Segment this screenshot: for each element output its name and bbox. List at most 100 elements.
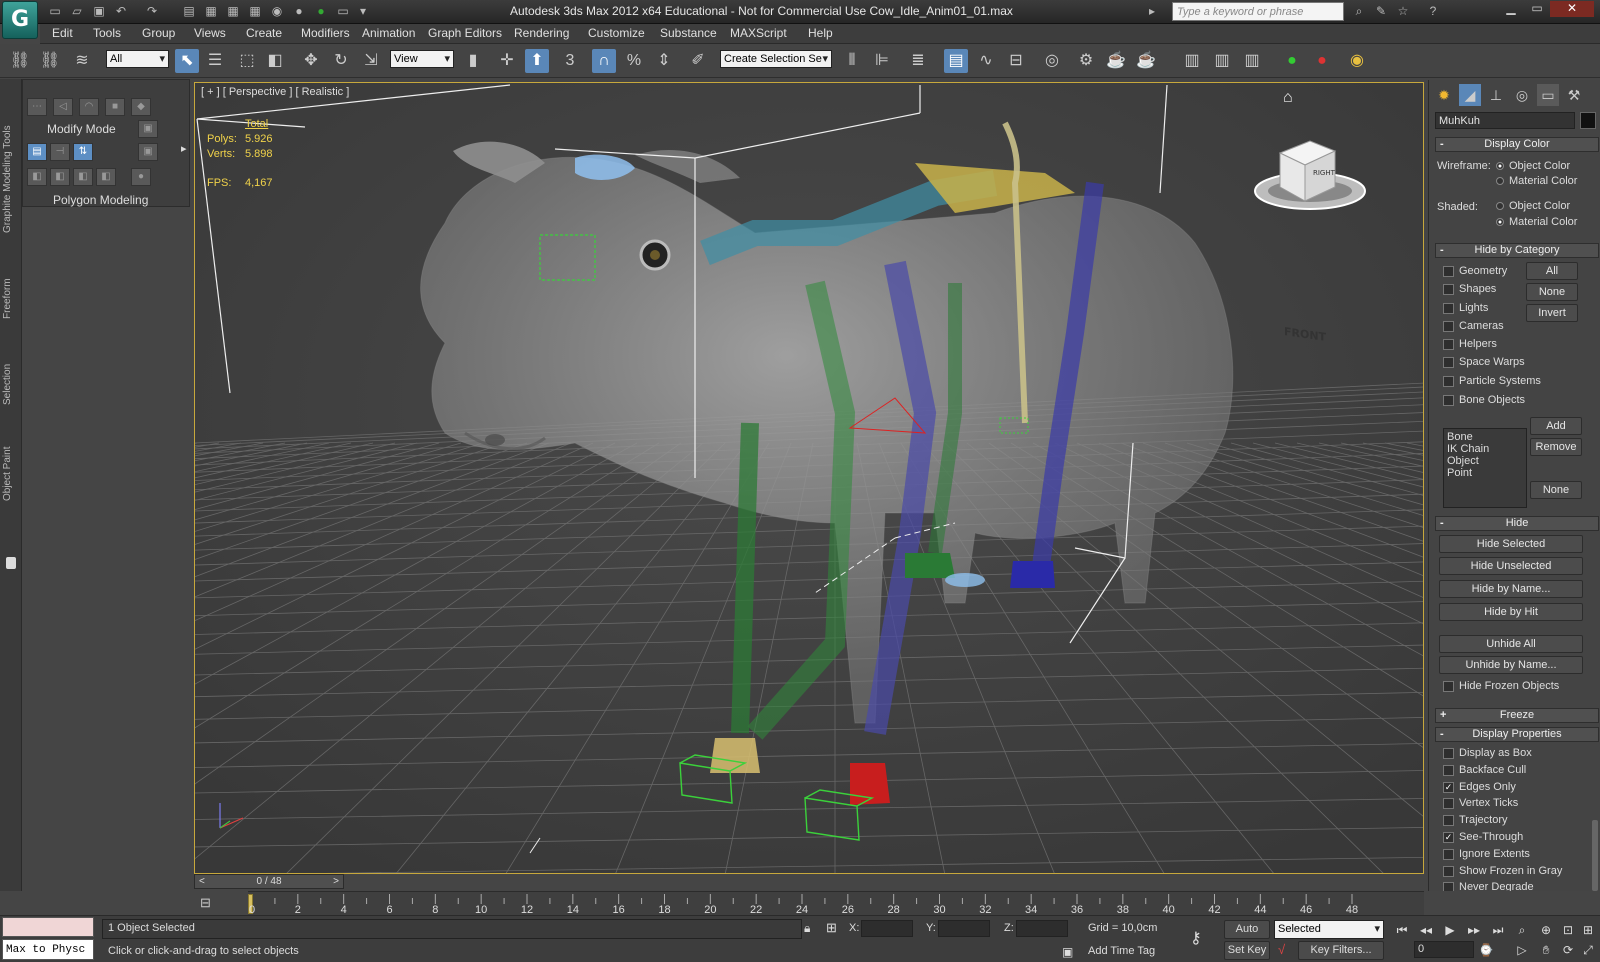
category-add-button[interactable]: Add <box>1530 417 1582 435</box>
angle-snap-icon[interactable]: ∩ <box>592 49 616 73</box>
time-tag-icon[interactable]: ▣ <box>1062 945 1073 959</box>
time-slider-next-icon[interactable]: > <box>333 875 339 888</box>
align-icon[interactable]: ⊫ <box>870 49 894 73</box>
create-tab-icon[interactable]: ✹ <box>1433 84 1455 106</box>
display-property-checkbox-backface-cull[interactable] <box>1443 764 1454 776</box>
category-label[interactable]: Bone Objects <box>1459 394 1525 406</box>
display-property-label[interactable]: Vertex Ticks <box>1459 797 1518 809</box>
project-folder-icon[interactable]: ▤ <box>180 3 198 20</box>
display-property-checkbox-trajectory[interactable] <box>1443 815 1454 827</box>
display-tab-icon[interactable]: ▭ <box>1537 84 1559 106</box>
render-setup-icon[interactable]: ⚙ <box>1074 49 1098 73</box>
display-property-label[interactable]: Show Frozen in Gray <box>1459 865 1562 877</box>
select-and-link-icon[interactable]: ⛓ <box>8 49 32 73</box>
track-bar[interactable]: 0 2 4 6 8 10 12 14 16 18 20 22 24 26 28 30 32 34 36 38 40 42 4… <box>248 891 1424 916</box>
select-manipulate-icon[interactable]: ✛ <box>495 49 519 73</box>
menu-group[interactable]: Group <box>142 26 175 40</box>
ribbon-pin-icon[interactable]: ⊣ <box>50 143 70 161</box>
object-name-field[interactable]: MuhKuh <box>1435 112 1575 129</box>
shaded-object-color-label[interactable]: Object Color <box>1509 200 1570 212</box>
category-checkbox-bone-objects[interactable] <box>1443 395 1454 406</box>
snaps-toggle-icon[interactable]: 3 <box>558 49 582 73</box>
tab-freeform[interactable]: Freeform <box>2 269 20 329</box>
menu-edit[interactable]: Edit <box>52 26 73 40</box>
help-icon[interactable]: ? <box>1424 3 1442 20</box>
category-label[interactable]: Helpers <box>1459 338 1497 350</box>
hide-frozen-objects-label[interactable]: Hide Frozen Objects <box>1459 680 1559 692</box>
bind-to-space-warp-icon[interactable]: ≋ <box>70 49 94 73</box>
unhide-all-button[interactable]: Unhide All <box>1439 635 1583 653</box>
reference-coordinate-dropdown[interactable]: View <box>390 50 454 68</box>
category-list-none-button[interactable]: None <box>1530 481 1582 499</box>
menu-rendering[interactable]: Rendering <box>514 26 569 40</box>
close-button[interactable]: ✕ <box>1550 1 1594 17</box>
command-panel-scrollbar[interactable] <box>1592 820 1598 891</box>
ribbon-show-end-icon[interactable]: ⇅ <box>73 143 93 161</box>
teapot-plugin-icon[interactable]: ◉ <box>1345 49 1369 73</box>
time-configuration-icon[interactable]: ⌚ <box>1476 941 1496 959</box>
render-production-icon[interactable]: ☕ <box>1134 49 1158 73</box>
window-crossing-icon[interactable]: ◧ <box>263 49 287 73</box>
move-icon[interactable]: ✥ <box>299 49 323 73</box>
menu-customize[interactable]: Customize <box>588 26 645 40</box>
graphite-toggle-icon[interactable]: ▤ <box>944 49 968 73</box>
maximize-viewport-icon[interactable]: ⤢ <box>1578 941 1598 959</box>
absolute-mode-icon[interactable]: ⊞ <box>826 920 837 936</box>
ribbon-border-icon[interactable]: ◠ <box>79 98 99 116</box>
hierarchy-tab-icon[interactable]: ⊥ <box>1485 84 1507 106</box>
category-list-item[interactable]: IK Chain Object <box>1447 443 1523 467</box>
maxscript-mini-listener[interactable]: Max to Physc <box>2 939 94 960</box>
scale-icon[interactable]: ⇲ <box>359 49 383 73</box>
rectangular-selection-icon[interactable]: ⬚ <box>235 49 259 73</box>
category-label[interactable]: Particle Systems <box>1459 375 1541 387</box>
ribbon-tool-2-icon[interactable]: ◧ <box>50 168 70 186</box>
display-property-checkbox-show-frozen-in-gray[interactable] <box>1443 865 1454 877</box>
current-frame-field[interactable]: 0 <box>1414 941 1474 958</box>
menu-graph-editors[interactable]: Graph Editors <box>428 26 502 40</box>
grid-icon[interactable]: ▦ <box>202 3 220 20</box>
wireframe-material-color-radio[interactable] <box>1496 177 1504 185</box>
zoom-all-icon[interactable]: ⊕ <box>1536 921 1556 939</box>
viewport-label[interactable]: [ + ] [ Perspective ] [ Realistic ] <box>201 86 349 98</box>
ribbon-collapse-icon[interactable]: ▣ <box>138 143 158 161</box>
display-property-label[interactable]: Backface Cull <box>1459 764 1526 776</box>
viewcube-right-label[interactable]: RIGHT <box>1313 169 1336 177</box>
shaded-material-color-label[interactable]: Material Color <box>1509 216 1577 228</box>
category-checkbox-shapes[interactable] <box>1443 284 1454 295</box>
hide-rollout[interactable]: - Hide <box>1435 516 1599 531</box>
ribbon-vertex-icon[interactable]: ⋯ <box>27 98 47 116</box>
tab-object-paint[interactable]: Object Paint <box>2 439 20 509</box>
new-icon[interactable]: ▭ <box>46 3 64 20</box>
z-coordinate-field[interactable] <box>1016 920 1068 937</box>
category-invert-button[interactable]: Invert <box>1526 304 1578 322</box>
ribbon-tool-5-icon[interactable]: ● <box>131 168 151 186</box>
app-logo-icon[interactable]: G <box>2 1 38 39</box>
schematic-view-icon[interactable]: ⊟ <box>1004 49 1028 73</box>
maxscript-listener-input[interactable] <box>2 917 94 937</box>
category-label[interactable]: Cameras <box>1459 320 1504 332</box>
layout-icon[interactable]: ▦ <box>224 3 242 20</box>
display-property-checkbox-display-as-box[interactable] <box>1443 748 1454 759</box>
hide-by-name-button[interactable]: Hide by Name... <box>1439 580 1583 598</box>
display-property-label[interactable]: Display as Box <box>1459 747 1532 759</box>
display-property-label[interactable]: See-Through <box>1459 831 1523 843</box>
hide-unselected-button[interactable]: Hide Unselected <box>1439 557 1583 575</box>
ribbon-tool-4-icon[interactable]: ◧ <box>96 168 116 186</box>
category-remove-button[interactable]: Remove <box>1530 438 1582 456</box>
redo-icon[interactable]: ↷ <box>143 3 161 20</box>
category-label[interactable]: Geometry <box>1459 265 1507 277</box>
search-input[interactable]: Type a keyword or phrase <box>1172 2 1344 21</box>
hide-by-hit-button[interactable]: Hide by Hit <box>1439 603 1583 621</box>
category-checkbox-helpers[interactable] <box>1443 339 1454 350</box>
mini-curve-editor-icon[interactable]: ⊟ <box>200 895 222 911</box>
rotate-icon[interactable]: ↻ <box>329 49 353 73</box>
go-to-end-icon[interactable]: ⏭ <box>1488 921 1508 939</box>
material-editor-icon[interactable]: ◎ <box>1040 49 1064 73</box>
menu-modifiers[interactable]: Modifiers <box>301 26 350 40</box>
category-list-item[interactable]: Point <box>1447 467 1523 479</box>
panel-b-icon[interactable]: ▥ <box>1210 49 1234 73</box>
home-icon[interactable]: ⌂ <box>1283 89 1293 107</box>
auto-key-button[interactable]: Auto Key <box>1224 920 1270 952</box>
zoom-extents-icon[interactable]: ⊡ <box>1558 921 1578 939</box>
ribbon-element-icon[interactable]: ◆ <box>131 98 151 116</box>
